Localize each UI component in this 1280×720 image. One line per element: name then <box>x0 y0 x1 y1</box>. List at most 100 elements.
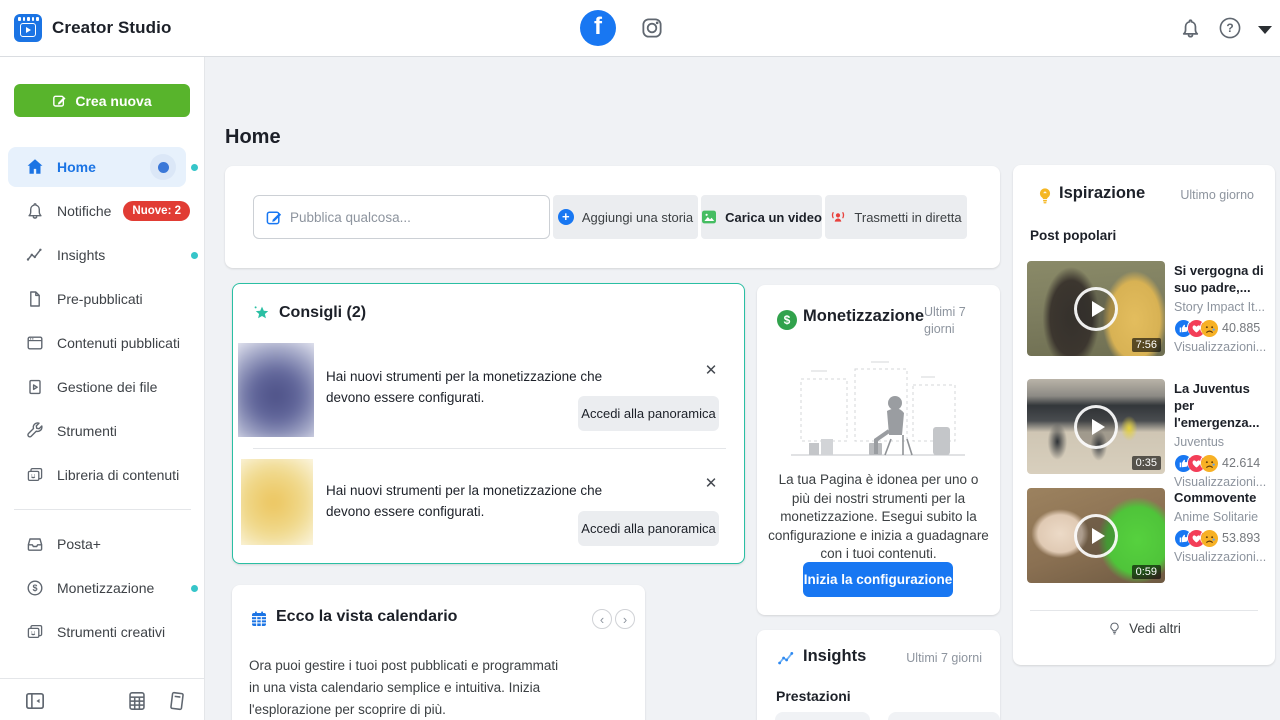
post-source: Story Impact It... <box>1174 300 1266 314</box>
post-source: Anime Solitarie <box>1174 510 1266 524</box>
inspiration-card: Ispirazione Ultimo giorno Post popolari … <box>1013 165 1275 665</box>
brand[interactable]: Creator Studio <box>14 14 171 42</box>
video-duration: 0:35 <box>1132 456 1161 470</box>
post-source: Juventus <box>1174 435 1266 449</box>
new-feature-dot <box>191 252 198 259</box>
sidebar-item-strumenti-creativi[interactable]: Strumenti creativi <box>0 610 205 654</box>
popular-post-row: 0:35 La Juventus per l'emergenza... Juve… <box>1027 379 1265 489</box>
instagram-tab-icon[interactable] <box>640 16 664 40</box>
pages-app-icon[interactable] <box>165 689 189 713</box>
composer-card: + Aggiungi una storia Carica un video Tr… <box>225 166 1000 268</box>
tip-overview-button[interactable]: Accedi alla panoramica <box>578 511 719 546</box>
close-icon[interactable]: ✕ <box>701 360 721 380</box>
monetization-period: Ultimi 7 giorni <box>924 304 986 338</box>
insights-period: Ultimi 7 giorni <box>906 651 982 665</box>
published-content-icon <box>25 333 45 353</box>
dollar-circle-icon: $ <box>25 578 45 598</box>
views-label: Visualizzazioni... <box>1174 340 1266 354</box>
carousel-prev-icon[interactable]: ‹ <box>592 609 612 629</box>
collapse-sidebar-icon[interactable] <box>23 689 47 713</box>
tips-divider <box>253 448 726 449</box>
draft-page-icon <box>25 289 45 309</box>
post-title[interactable]: La Juventus per l'emergenza... <box>1174 380 1266 431</box>
tips-card: Consigli (2) Hai nuovi strumenti per la … <box>232 283 745 564</box>
notifications-bell-icon[interactable] <box>1179 17 1202 40</box>
tips-star-icon <box>252 304 272 324</box>
sidebar-item-home[interactable]: Home <box>0 145 205 189</box>
topbar: Creator Studio f ? <box>0 0 1280 57</box>
inspiration-period: Ultimo giorno <box>1180 188 1254 202</box>
home-active-indicator <box>150 154 176 180</box>
sidebar-item-strumenti[interactable]: Strumenti <box>0 409 205 453</box>
calculator-apps-icon[interactable] <box>125 689 149 713</box>
help-icon[interactable]: ? <box>1218 16 1242 40</box>
new-feature-dot <box>191 164 198 171</box>
calendar-description: Ora puoi gestire i tuoi post pubblicati … <box>249 655 569 720</box>
sidebar-item-contenuti-pubblicati[interactable]: Contenuti pubblicati <box>0 321 205 365</box>
sidebar-item-notifiche[interactable]: Notifiche Nuove: 2 <box>0 189 205 233</box>
post-title[interactable]: Commovente <box>1174 489 1266 506</box>
views-label: Visualizzazioni... <box>1174 550 1266 564</box>
popular-posts-heading: Post popolari <box>1030 228 1116 243</box>
svg-text:$: $ <box>32 583 37 593</box>
video-thumbnail[interactable]: 0:59 <box>1027 488 1165 583</box>
post-title[interactable]: Si vergogna di suo padre,... <box>1174 262 1266 296</box>
create-new-button[interactable]: Crea nuova <box>14 84 190 117</box>
video-thumbnail[interactable]: 0:35 <box>1027 379 1165 474</box>
monetization-card: $ Monetizzazione Ultimi 7 giorni La tua … <box>757 285 1000 615</box>
sidebar-item-insights[interactable]: Insights <box>0 233 205 277</box>
views-label: Visualizzazioni... <box>1174 475 1266 489</box>
close-icon[interactable]: ✕ <box>701 473 721 493</box>
facebook-tab-icon[interactable]: f <box>580 10 616 46</box>
content-library-icon <box>25 465 45 485</box>
new-feature-dot <box>191 585 198 592</box>
add-story-button[interactable]: + Aggiungi una storia <box>553 195 698 239</box>
go-live-button[interactable]: Trasmetti in diretta <box>825 195 967 239</box>
platform-switcher: f <box>580 10 664 46</box>
plus-circle-icon: + <box>558 209 574 225</box>
publish-input[interactable] <box>253 195 550 239</box>
popular-post-row: 7:56 Si vergogna di suo padre,... Story … <box>1027 261 1265 356</box>
sidebar-item-posta[interactable]: Posta+ <box>0 522 205 566</box>
sad-reaction-icon <box>1200 454 1217 471</box>
sad-reaction-icon <box>1200 319 1217 336</box>
notifications-badge: Nuove: 2 <box>123 201 190 221</box>
sidebar-item-monetizzazione[interactable]: $ Monetizzazione <box>0 566 205 610</box>
bell-icon <box>25 201 45 221</box>
sidebar-item-pre-pubblicati[interactable]: Pre-pubblicati <box>0 277 205 321</box>
upload-video-button[interactable]: Carica un video <box>701 195 822 239</box>
carousel-next-icon[interactable]: › <box>615 609 635 629</box>
account-menu-caret-icon[interactable] <box>1258 26 1272 34</box>
inspiration-divider <box>1030 610 1258 611</box>
sidebar-item-gestione-dei-file[interactable]: Gestione dei file <box>0 365 205 409</box>
calendar-icon <box>249 609 269 629</box>
start-setup-button[interactable]: Inizia la configurazione <box>803 562 953 597</box>
metric-stub <box>775 712 870 720</box>
video-duration: 0:59 <box>1132 565 1161 579</box>
app-title: Creator Studio <box>52 18 171 38</box>
sidebar: Crea nuova Home Notifiche Nuove: 2 Insig… <box>0 57 205 720</box>
play-icon <box>1074 287 1118 331</box>
reactions-count: 53.893 <box>1222 531 1260 545</box>
money-icon: $ <box>777 310 797 330</box>
tip-text: Hai nuovi strumenti per la monetizzazion… <box>326 480 611 522</box>
tips-title: Consigli (2) <box>279 304 366 322</box>
monetization-illustration <box>783 357 973 469</box>
reactions-count: 42.614 <box>1222 456 1260 470</box>
topbar-actions: ? <box>1179 16 1272 40</box>
file-manager-icon <box>25 377 45 397</box>
insights-title: Insights <box>803 647 866 666</box>
play-icon <box>1074 514 1118 558</box>
video-duration: 7:56 <box>1132 338 1161 352</box>
video-thumbnail[interactable]: 7:56 <box>1027 261 1165 356</box>
monetization-description: La tua Pagina è idonea per uno o più dei… <box>768 471 989 564</box>
wrench-icon <box>25 421 45 441</box>
bulb-icon <box>1035 186 1055 206</box>
insights-chart-icon <box>777 649 797 669</box>
see-more-button[interactable]: Vedi altri <box>1013 621 1275 636</box>
tip-overview-button[interactable]: Accedi alla panoramica <box>578 396 719 431</box>
sidebar-item-libreria-di-contenuti[interactable]: Libreria di contenuti <box>0 453 205 497</box>
sad-reaction-icon <box>1200 529 1217 546</box>
inbox-icon <box>25 534 45 554</box>
tip-thumbnail <box>241 459 313 545</box>
